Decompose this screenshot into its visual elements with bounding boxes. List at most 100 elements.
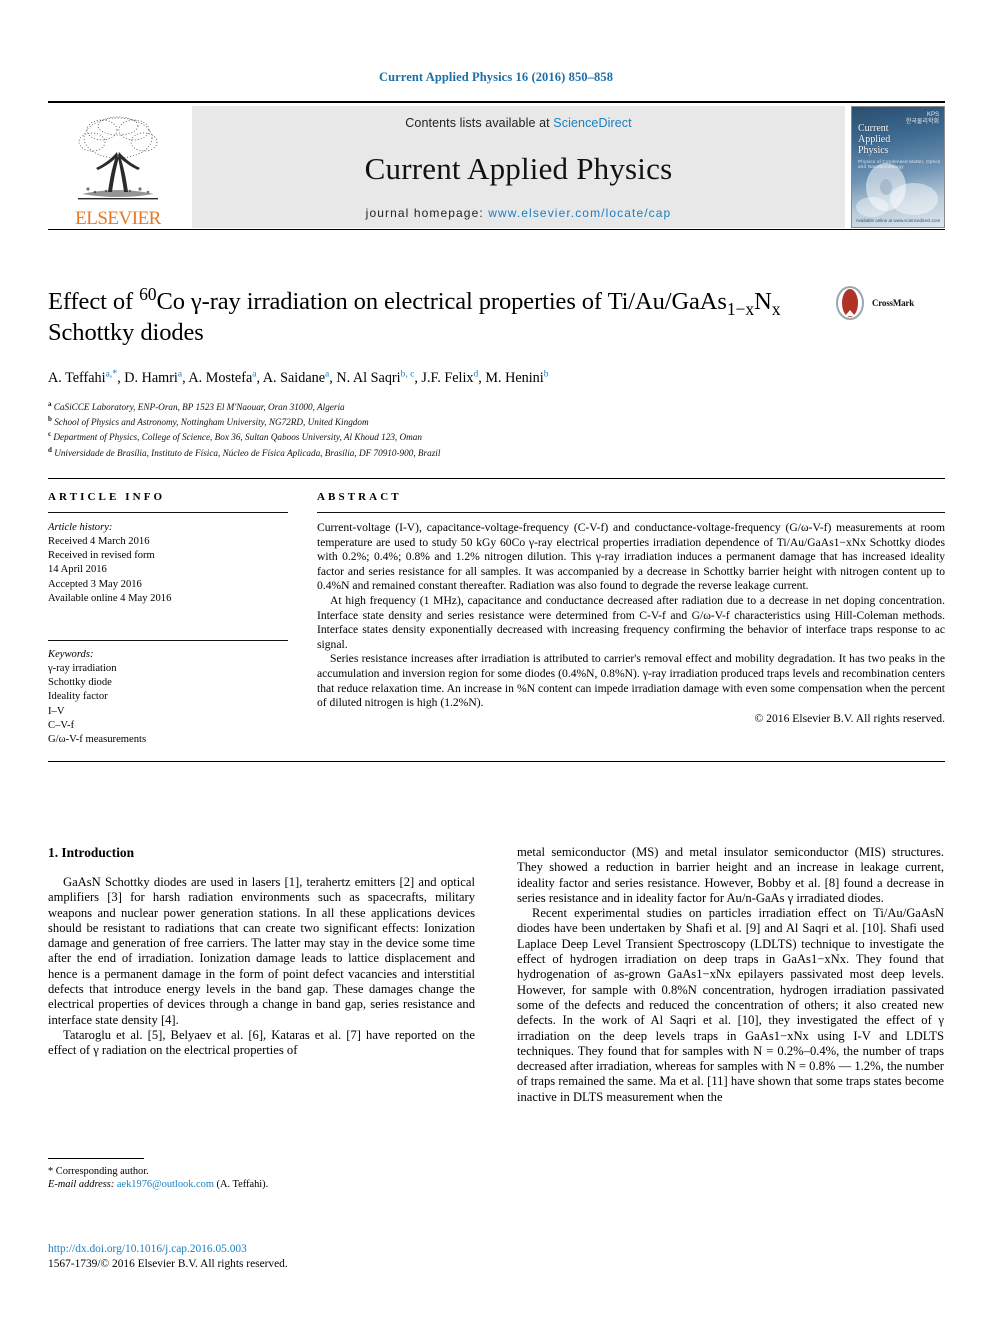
elsevier-logo: ELSEVIER	[48, 106, 188, 228]
panel-bottom-rule	[48, 761, 945, 763]
masthead-top-rule	[48, 101, 945, 103]
keyword-item: Ideality factor	[48, 691, 108, 703]
abstract-paragraph: At high frequency (1 MHz), capacitance a…	[317, 593, 945, 651]
history-item: Received in revised form	[48, 550, 155, 562]
article-info-heading: ARTICLE INFO	[48, 491, 166, 503]
elsevier-wordmark: ELSEVIER	[75, 208, 161, 229]
cover-line-2: Applied	[858, 134, 891, 145]
history-item: 14 April 2016	[48, 564, 107, 576]
title-part-3-pre: GaAs	[671, 288, 727, 315]
author-name: D. Hamri	[124, 369, 178, 386]
affiliation-mark: c	[48, 430, 52, 439]
affiliation-mark: d	[48, 445, 52, 454]
cover-kps-text: KPS	[926, 112, 939, 118]
keywords-rule	[48, 640, 288, 642]
history-item: Accepted 3 May 2016	[48, 578, 142, 590]
email-link[interactable]: aek1976@outlook.com	[117, 1179, 214, 1190]
cover-line-3: Physics	[858, 145, 889, 156]
homepage-prefix: journal homepage:	[365, 206, 484, 220]
title-part-2: Co γ-ray irradiation on electrical prope…	[156, 288, 672, 315]
abstract-copyright: © 2016 Elsevier B.V. All rights reserved…	[754, 711, 945, 725]
abstract-heading: ABSTRACT	[317, 491, 402, 503]
cover-kps-subtext: 한국물리학회	[905, 119, 939, 125]
cover-title-text: Current Applied Physics	[858, 123, 890, 156]
abstract-rule	[317, 512, 945, 513]
author-affiliation-mark: b	[543, 369, 549, 379]
cover-bottom-text: Available online at www.sciencedirect.co…	[855, 218, 941, 223]
author-name: N. Al Saqri	[336, 369, 401, 386]
history-item: Available online 4 May 2016	[48, 592, 172, 604]
author-entry: J.F. Felixd,	[421, 369, 485, 386]
title-block: CrossMark Effect of 60Co γ-ray irradiati…	[48, 283, 945, 459]
corresponding-author-note: * Corresponding author.	[48, 1166, 149, 1177]
affiliation-text: School of Physics and Astronomy, Notting…	[54, 417, 369, 428]
author-list: A. Teffahia,*, D. Hamria, A. Mostefaa, A…	[48, 365, 945, 387]
affiliation-item: d Universidade de Brasília, Instituto de…	[48, 444, 945, 459]
cover-line-1: Current	[858, 123, 889, 134]
author-entry: A. Teffahia,*,	[48, 368, 124, 386]
issn-copyright: 1567-1739/© 2016 Elsevier B.V. All right…	[48, 1258, 288, 1270]
affiliation-text: Universidade de Brasília, Instituto de F…	[54, 447, 441, 458]
author-entry: A. Saidanea,	[262, 369, 337, 386]
footnote-rule	[48, 1158, 144, 1159]
page-footer: http://dx.doi.org/10.1016/j.cap.2016.05.…	[48, 1242, 548, 1272]
journal-masthead: ELSEVIER Contents lists available at Sci…	[48, 101, 945, 230]
title-sub-n: N	[754, 288, 772, 315]
keyword-item: G/ω-V-f measurements	[48, 734, 147, 746]
author-affiliation-mark: b, c	[400, 369, 415, 379]
affiliation-mark: a	[48, 399, 52, 408]
body-paragraph: metal semiconductor (MS) and metal insul…	[517, 845, 944, 905]
affiliation-mark: b	[48, 415, 52, 423]
title-sub-nx: x	[771, 298, 781, 319]
section-heading-introduction: 1. Introduction	[48, 845, 135, 860]
doi-link[interactable]: http://dx.doi.org/10.1016/j.cap.2016.05.…	[48, 1242, 548, 1257]
title-part-3-post: Schottky diodes	[48, 319, 204, 346]
paper-page: Current Applied Physics 16 (2016) 850–85…	[0, 0, 992, 1323]
keyword-item: I–V	[48, 705, 65, 717]
body-right-column: metal semiconductor (MS) and metal insul…	[517, 845, 944, 1105]
panel-top-rule	[48, 478, 945, 479]
abstract-paragraph: Series resistance increases after irradi…	[317, 652, 945, 710]
cover-kps-logo: KPS 한국물리학회	[906, 112, 939, 126]
keyword-item: C–V-f	[48, 719, 75, 731]
affiliation-item: b School of Physics and Astronomy, Notti…	[48, 413, 945, 428]
title-sub-1x: 1−x	[726, 298, 755, 319]
email-owner: (A. Teffahi).	[216, 1179, 269, 1191]
body-paragraph: Tataroglu et al. [5], Belyaev et al. [6]…	[48, 1027, 475, 1058]
title-part-1: Effect of	[48, 288, 140, 315]
keyword-item: γ-ray irradiation	[48, 663, 117, 675]
article-info-column: ARTICLE INFO Article history: Received 4…	[48, 491, 304, 747]
affiliation-item: a CaSiCCE Laboratory, ENP-Oran, BP 1523 …	[48, 398, 945, 413]
author-entry: D. Hamria,	[124, 369, 188, 386]
homepage-url-link[interactable]: www.elsevier.com/locate/cap	[488, 206, 671, 220]
keyword-item: Schottky diode	[48, 677, 112, 689]
affiliation-text: CaSiCCE Laboratory, ENP-Oran, BP 1523 El…	[53, 401, 345, 412]
author-name: A. Teffahi	[48, 369, 106, 386]
crossmark-badge[interactable]: CrossMark	[833, 286, 945, 320]
abstract-paragraph: Current-voltage (I-V), capacitance-volta…	[317, 521, 945, 593]
journal-title: Current Applied Physics	[364, 151, 673, 186]
info-abstract-panel: ARTICLE INFO Article history: Received 4…	[48, 478, 945, 763]
title-isotope-60: 60	[139, 283, 157, 304]
masthead-bottom-rule	[48, 229, 945, 230]
crossmark-label: CrossMark	[872, 298, 915, 308]
author-entry: N. Al Saqrib, c,	[336, 369, 421, 386]
author-name: A. Mostefa	[188, 369, 253, 386]
email-note: E-mail address: aek1976@outlook.com (A. …	[48, 1178, 475, 1191]
masthead-center-panel: Contents lists available at ScienceDirec…	[192, 106, 845, 228]
sciencedirect-link[interactable]: ScienceDirect	[553, 116, 631, 130]
author-name: A. Saidane	[262, 369, 326, 386]
author-name: M. Henini	[485, 369, 544, 386]
body-left-column: 1. Introduction GaAsN Schottky diodes ar…	[48, 845, 475, 1105]
article-info-rule	[48, 512, 288, 513]
body-paragraph: GaAsN Schottky diodes are used in lasers…	[48, 875, 475, 1027]
history-item: Received 4 March 2016	[48, 536, 150, 547]
journal-cover-thumbnail: KPS 한국물리학회 Current Applied Physics Physi…	[851, 106, 945, 228]
affiliation-list: a CaSiCCE Laboratory, ENP-Oran, BP 1523 …	[48, 398, 945, 459]
crossmark-icon	[836, 286, 864, 320]
keywords-label: Keywords:	[48, 649, 94, 661]
email-label: E-mail address:	[48, 1179, 115, 1191]
body-paragraph: Recent experimental studies on particles…	[517, 906, 944, 1104]
author-entry: A. Mostefaa,	[188, 369, 262, 386]
